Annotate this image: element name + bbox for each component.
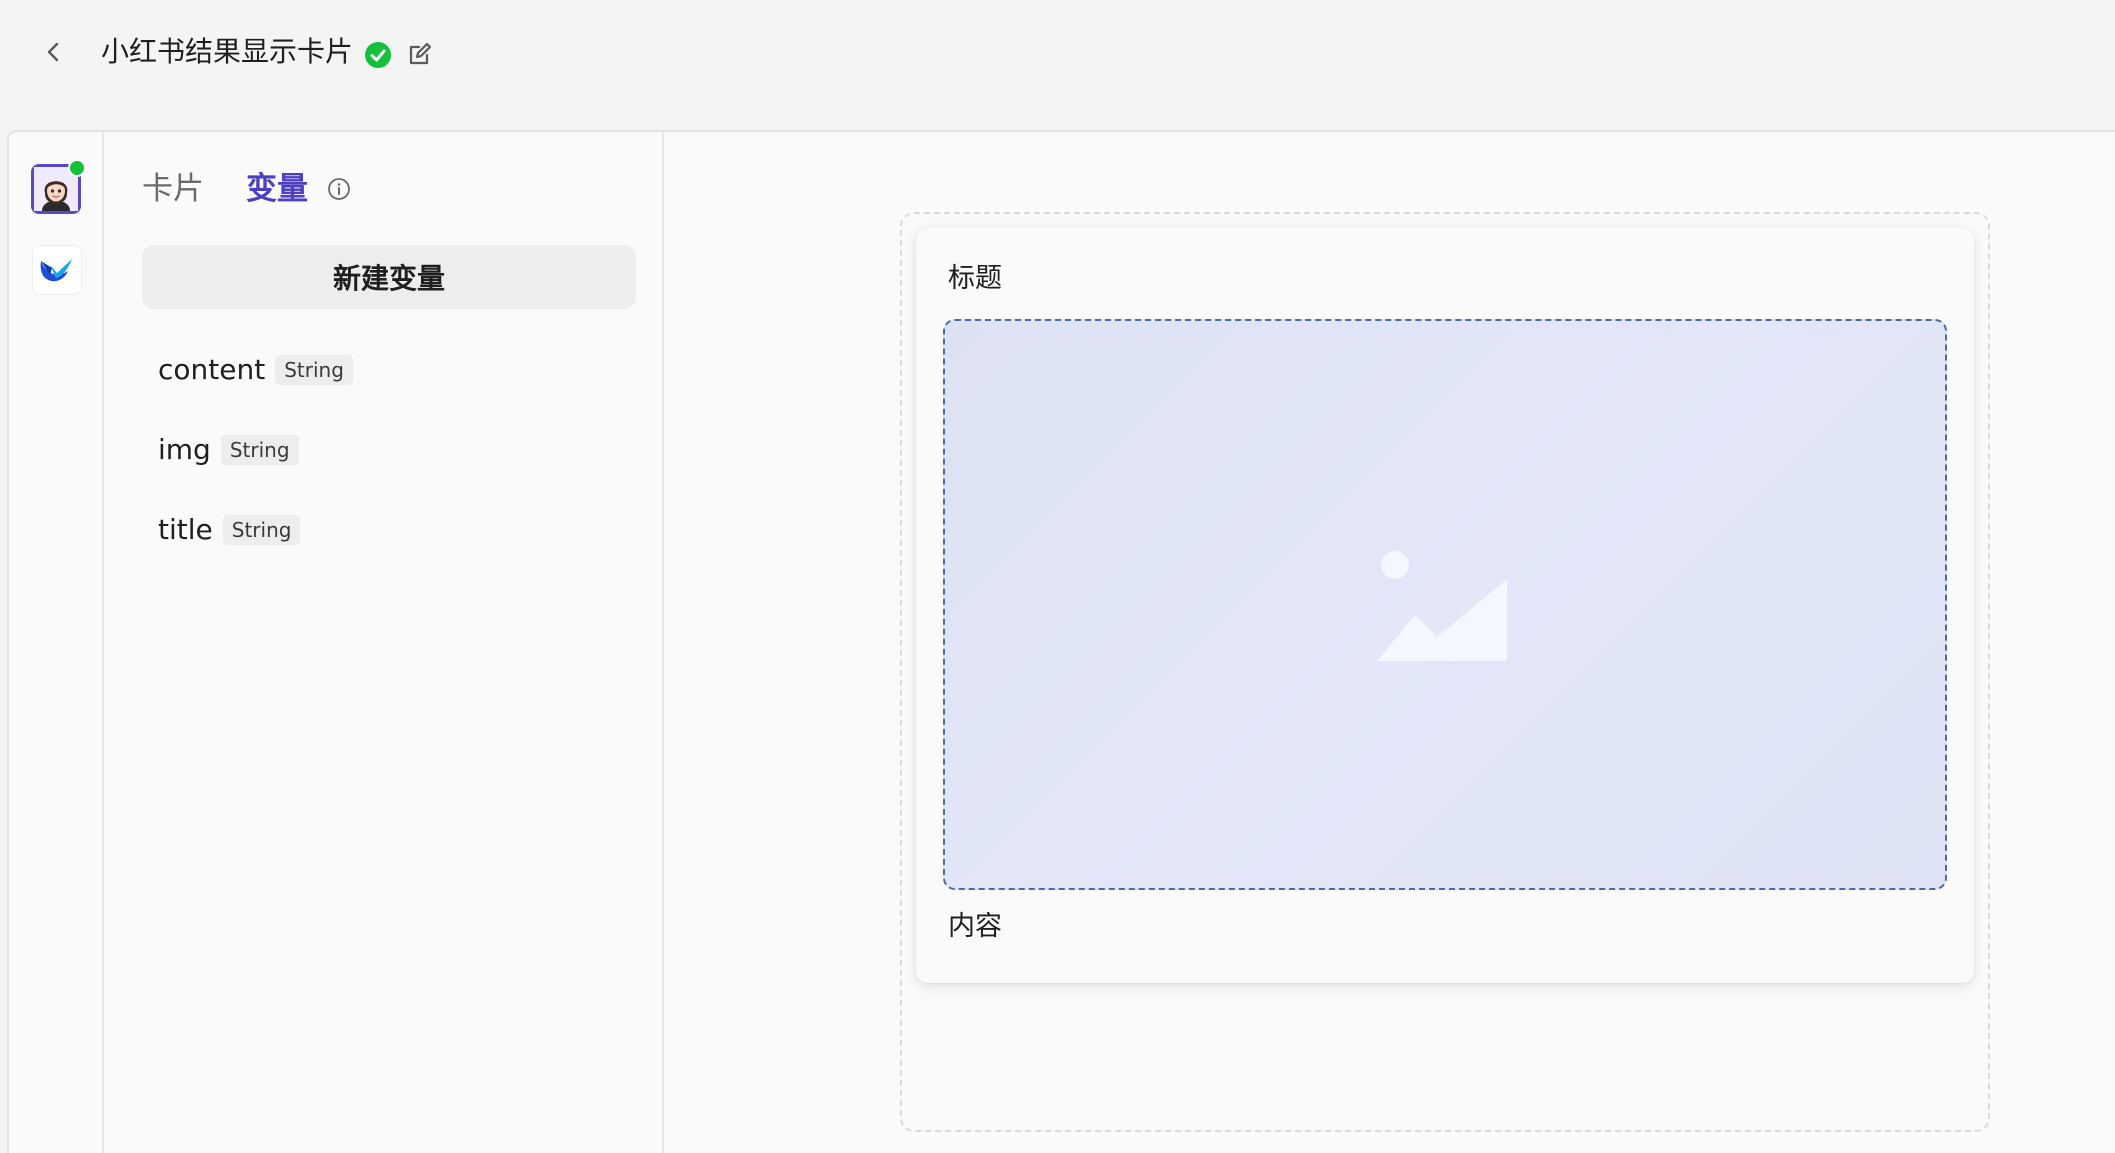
variable-type-badge: String bbox=[275, 355, 353, 385]
tab-card[interactable]: 卡片 bbox=[142, 167, 204, 211]
card-canvas: 标题 内容 bbox=[664, 132, 2115, 1153]
new-variable-button[interactable]: 新建变量 bbox=[142, 245, 636, 309]
workspace: 卡片 变量 新建变量 content String img String tit… bbox=[7, 130, 2115, 1153]
card-content[interactable]: 内容 bbox=[948, 908, 1002, 946]
tab-variables[interactable]: 变量 bbox=[246, 167, 308, 211]
chevron-left-icon bbox=[47, 42, 59, 62]
app-logo-button[interactable] bbox=[32, 245, 82, 295]
result-card[interactable]: 标题 内容 bbox=[916, 228, 1974, 983]
online-status-dot bbox=[68, 159, 86, 177]
check-circle-icon bbox=[365, 42, 391, 68]
variable-type-badge: String bbox=[222, 515, 301, 545]
variable-item-title[interactable]: title String bbox=[158, 510, 301, 550]
image-icon bbox=[1377, 550, 1507, 661]
edit-icon[interactable] bbox=[406, 40, 434, 68]
variable-type-badge: String bbox=[220, 435, 299, 465]
top-bar: 小红书结果显示卡片 bbox=[0, 0, 2115, 130]
variable-name: content bbox=[158, 353, 266, 386]
page-title: 小红书结果显示卡片 bbox=[101, 35, 354, 68]
variable-name: img bbox=[158, 433, 211, 466]
variable-name: title bbox=[158, 513, 213, 546]
app-logo-icon bbox=[40, 259, 72, 282]
avatar[interactable] bbox=[31, 159, 86, 214]
variable-item-content[interactable]: content String bbox=[158, 350, 353, 390]
card-title[interactable]: 标题 bbox=[948, 260, 1002, 298]
back-button[interactable] bbox=[38, 36, 70, 68]
app-rail bbox=[9, 132, 104, 1153]
info-icon[interactable] bbox=[327, 177, 351, 201]
variable-item-img[interactable]: img String bbox=[158, 430, 299, 470]
variables-panel: 卡片 变量 新建变量 content String img String tit… bbox=[104, 132, 664, 1153]
image-placeholder[interactable] bbox=[943, 319, 1947, 890]
